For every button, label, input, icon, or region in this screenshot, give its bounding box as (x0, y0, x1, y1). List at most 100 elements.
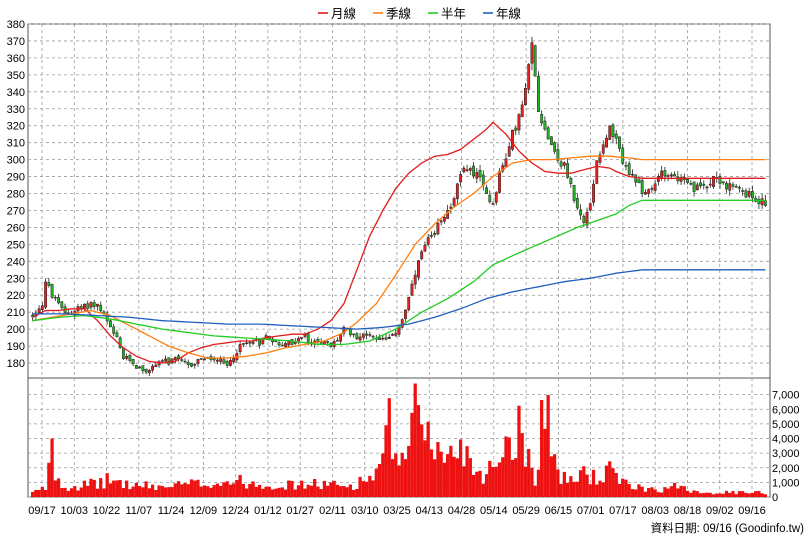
x-tick-label: 04/13 (416, 505, 444, 517)
candle-body (387, 336, 391, 339)
volume-tick-label: 4,000 (772, 434, 800, 446)
legend-label: 月線 (331, 6, 357, 21)
candle-body (760, 198, 764, 206)
candle-body (79, 306, 83, 309)
volume-bar (400, 452, 404, 497)
volume-bar (455, 458, 459, 497)
volume-bar (604, 465, 609, 497)
candle-body (669, 174, 673, 176)
volume-bar (663, 487, 667, 497)
volume-bar (31, 491, 35, 497)
volume-bar (183, 482, 187, 497)
candle-body (284, 343, 287, 347)
x-tick-label: 03/25 (383, 505, 411, 517)
candle-body (595, 160, 599, 184)
candle-body (410, 283, 414, 296)
candle-body (245, 342, 249, 344)
volume-bar (407, 445, 411, 497)
volume-bar (747, 493, 751, 497)
volume-bar (37, 489, 41, 497)
volume-bar (708, 492, 712, 497)
candle-body (559, 161, 563, 167)
volume-bar (361, 481, 365, 497)
x-tick-label: 08/18 (674, 505, 702, 517)
volume-tick-label: 2,000 (772, 463, 800, 475)
candle-body (579, 209, 582, 216)
candle-body (433, 232, 437, 236)
candle-body (485, 187, 488, 194)
volume-bar (449, 445, 453, 497)
volume-bar (721, 493, 725, 497)
legend-label: 季線 (386, 6, 412, 21)
volume-bar (588, 484, 592, 497)
candle-body (316, 338, 320, 342)
volume-bar (672, 482, 677, 497)
candle-body (348, 328, 352, 336)
candle-body (475, 172, 479, 179)
volume-bar (630, 489, 635, 497)
volume-bar (484, 474, 489, 497)
volume-bar (69, 488, 74, 497)
volume-bar (731, 491, 735, 497)
volume-bar (121, 488, 126, 497)
volume-bar (60, 488, 64, 497)
volume-bar (277, 487, 281, 497)
volume-bar (228, 484, 233, 497)
candle-body (125, 355, 129, 359)
candle-body (212, 358, 216, 361)
x-tick-label: 07/17 (609, 505, 637, 517)
volume-bar (595, 484, 599, 497)
volume-bar (582, 466, 586, 497)
candle-body (673, 173, 677, 177)
volume-bar (523, 466, 528, 497)
candle-body (549, 136, 553, 146)
candle-body (708, 183, 712, 186)
candle-body (40, 305, 44, 311)
volume-bar (562, 471, 566, 497)
volume-bar (176, 481, 181, 497)
volume-bar (280, 487, 284, 497)
volume-bar (202, 485, 207, 497)
volume-bar (56, 478, 61, 497)
x-axis-labels: 09/17 10/03 10/22 11/07 11/24 12/09 12/24 01/12… (28, 505, 766, 517)
volume-bar (50, 438, 54, 497)
candle-body (44, 281, 48, 308)
volume-bar (125, 480, 129, 497)
volume-bar (536, 469, 541, 497)
x-tick-label: 12/09 (190, 505, 218, 517)
volume-bar (287, 480, 291, 497)
volume-bar (585, 474, 589, 497)
volume-bar (429, 449, 434, 497)
volume-bar (335, 484, 340, 497)
footer-source: 資料日期: 09/16 (Goodinfo.tw) (651, 521, 805, 535)
candle-body (109, 320, 112, 328)
volume-bar (676, 488, 680, 497)
candle-body (147, 370, 151, 374)
volume-bar (170, 487, 174, 497)
x-tick-label: 01/12 (254, 505, 282, 517)
volume-bar (332, 480, 336, 497)
price-tick-label: 350 (7, 70, 25, 82)
candle-body (634, 174, 638, 183)
volume-bar (163, 487, 168, 497)
candle-body (216, 359, 219, 362)
volume-bar (154, 489, 158, 497)
candle-body (112, 326, 116, 334)
candle-body (248, 341, 252, 344)
volume-bar (488, 460, 492, 497)
volume-bar (433, 459, 437, 497)
price-tick-label: 190 (7, 341, 25, 353)
x-tick-label: 11/07 (125, 505, 152, 517)
volume-bar (695, 491, 699, 497)
candle-body (138, 366, 142, 369)
volume-bar (358, 476, 362, 497)
volume-bar (390, 459, 395, 497)
volume-bar (189, 479, 194, 497)
x-tick-label: 03/10 (351, 505, 379, 517)
candle-body (491, 203, 495, 205)
candle-body (488, 194, 492, 203)
volume-bar (578, 470, 583, 497)
volume-bar (108, 483, 113, 497)
volume-bar (556, 469, 560, 497)
price-tick-label: 250 (7, 239, 25, 251)
